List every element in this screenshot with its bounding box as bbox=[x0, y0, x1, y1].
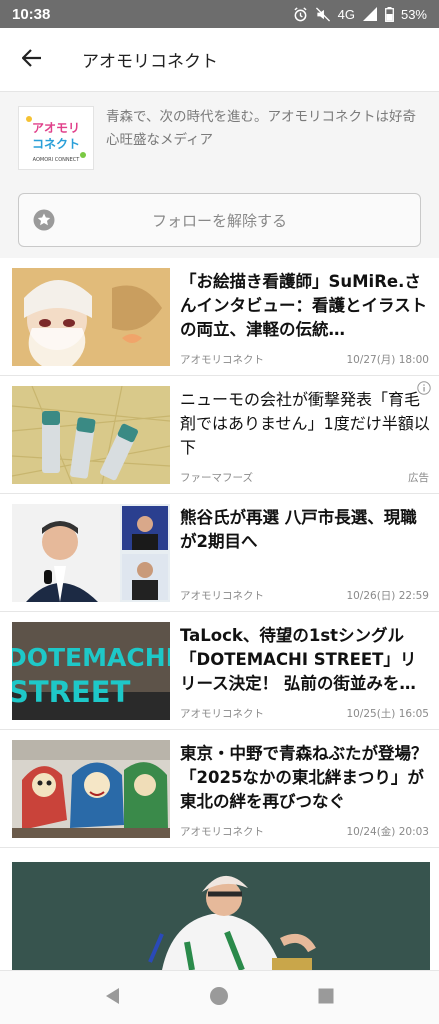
article-thumbnail bbox=[12, 386, 170, 484]
list-item[interactable]: 熊谷氏が再選 八戸市長選、現職が2期目へ アオモリコネクト 10/26(日) 2… bbox=[0, 494, 439, 612]
logo-text-top: アオモリ bbox=[32, 121, 80, 135]
sponsored-banner[interactable] bbox=[0, 858, 439, 970]
back-button[interactable] bbox=[0, 28, 64, 92]
app-bar: アオモリコネクト bbox=[0, 28, 439, 92]
status-icons: 4G 53% bbox=[293, 6, 427, 22]
status-bar: 10:38 4G 53% bbox=[0, 0, 439, 28]
alarm-icon bbox=[293, 6, 308, 22]
article-headline: 東京・中野で青森ねぶたが登場？「2025なかの東北絆まつり」が東北の絆を再びつな… bbox=[180, 744, 428, 811]
page-title: アオモリコネクト bbox=[82, 52, 218, 72]
article-thumbnail bbox=[12, 268, 170, 366]
article-date: 10/24(金) 20:03 bbox=[346, 826, 429, 838]
back-triangle-icon bbox=[104, 987, 122, 1009]
article-source: アオモリコネクト bbox=[180, 826, 264, 838]
article-date: 10/27(月) 18:00 bbox=[346, 354, 429, 366]
thumb-text-top: DOTEMACHI bbox=[12, 643, 170, 672]
article-headline: 「お絵描き看護師」SuMiRe.さんインタビュー：看護とイラストの両立、津軽の伝… bbox=[180, 272, 428, 339]
article-source: アオモリコネクト bbox=[180, 590, 264, 602]
article-source: アオモリコネクト bbox=[180, 354, 264, 366]
battery-percent: 53% bbox=[400, 6, 427, 22]
ad-label: 広告 bbox=[408, 472, 429, 484]
network-type: 4G bbox=[337, 6, 355, 22]
article-thumbnail: DOTEMACHI STREET bbox=[12, 622, 170, 720]
unfollow-label: フォローを解除する bbox=[151, 211, 287, 230]
unfollow-button[interactable]: フォローを解除する bbox=[18, 193, 421, 247]
article-date: 10/26(日) 22:59 bbox=[346, 590, 429, 602]
article-source: アオモリコネクト bbox=[180, 708, 264, 720]
status-time: 10:38 bbox=[12, 5, 51, 23]
nav-home-button[interactable] bbox=[199, 978, 239, 1018]
list-item-ad[interactable]: ニューモの会社が衝撃発表「育毛剤ではありません」1度だけ半額以下 ファーマフーズ… bbox=[0, 376, 439, 494]
mute-icon bbox=[315, 6, 331, 22]
channel-header: アオモリ コネクト AOMORI CONNECT 青森で、次の時代を進む。アオモ… bbox=[0, 92, 439, 258]
list-item[interactable]: 東京・中野で青森ねぶたが登場？「2025なかの東北絆まつり」が東北の絆を再びつな… bbox=[0, 730, 439, 848]
article-thumbnail bbox=[12, 504, 170, 602]
article-headline: 熊谷氏が再選 八戸市長選、現職が2期目へ bbox=[180, 508, 417, 551]
sponsored-image bbox=[12, 862, 430, 970]
nav-recents-button[interactable] bbox=[306, 978, 346, 1018]
signal-icon bbox=[362, 7, 378, 21]
thumb-text-bottom: STREET bbox=[12, 675, 131, 709]
article-headline: ニューモの会社が衝撃発表「育毛剤ではありません」1度だけ半額以下 bbox=[180, 390, 430, 457]
nav-back-button[interactable] bbox=[93, 978, 133, 1018]
channel-description: 青森で、次の時代を進む。アオモリコネクトは好奇心旺盛なメディア bbox=[106, 109, 416, 148]
article-headline: TaLock、待望の1stシングル「DOTEMACHI STREET」リリース決… bbox=[180, 626, 417, 693]
list-item[interactable]: DOTEMACHI STREET TaLock、待望の1stシングル「DOTEM… bbox=[0, 612, 439, 730]
article-date: 10/25(土) 16:05 bbox=[346, 708, 429, 720]
article-thumbnail bbox=[12, 740, 170, 838]
arrow-left-icon bbox=[21, 48, 42, 71]
article-source: ファーマフーズ bbox=[180, 472, 253, 484]
list-item[interactable]: 「お絵描き看護師」SuMiRe.さんインタビュー：看護とイラストの両立、津軽の伝… bbox=[0, 258, 439, 376]
article-list: 「お絵描き看護師」SuMiRe.さんインタビュー：看護とイラストの両立、津軽の伝… bbox=[0, 258, 439, 970]
logo-subtext: AOMORI CONNECT bbox=[33, 157, 81, 163]
home-circle-icon bbox=[209, 986, 229, 1010]
logo-text-bottom: コネクト bbox=[32, 137, 80, 151]
system-nav-bar bbox=[0, 970, 439, 1024]
star-icon bbox=[33, 209, 55, 231]
channel-logo: アオモリ コネクト AOMORI CONNECT bbox=[18, 106, 94, 170]
recents-square-icon bbox=[318, 988, 334, 1008]
battery-icon bbox=[385, 6, 394, 22]
